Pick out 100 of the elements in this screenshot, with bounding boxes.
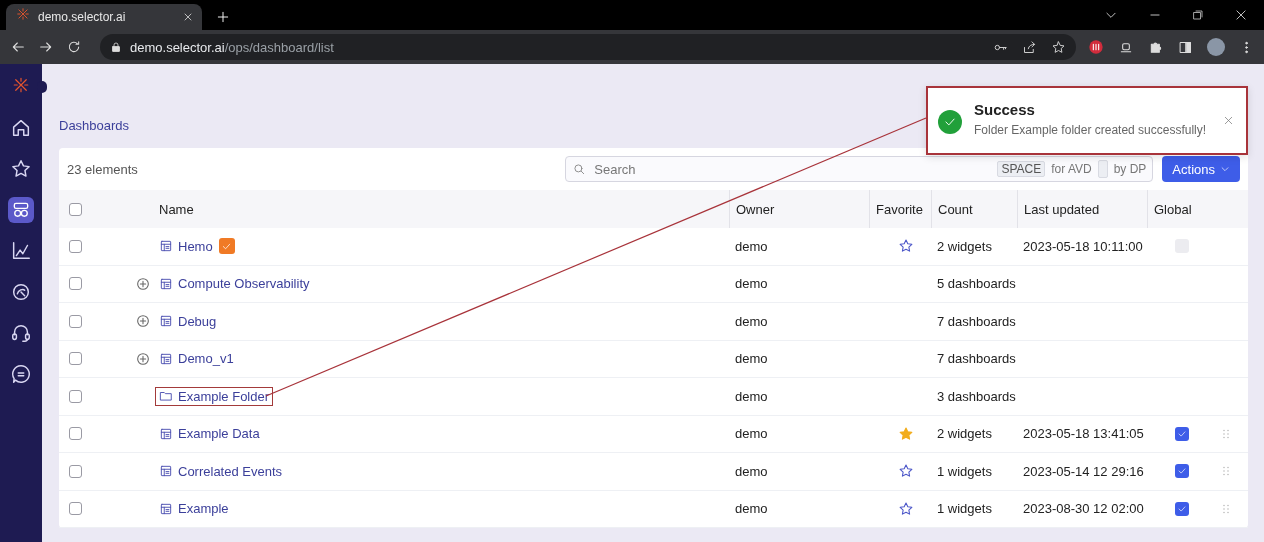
checkbox[interactable]	[69, 464, 82, 478]
count-text: 5 dashboards	[937, 276, 1016, 292]
checkbox[interactable]	[69, 352, 82, 366]
global-checkbox[interactable]	[1174, 426, 1189, 441]
sidebar-item[interactable]	[8, 197, 34, 223]
dashboard-link[interactable]: Correlated Events	[156, 462, 286, 480]
browser-tab[interactable]: demo.selector.ai	[6, 4, 202, 30]
profile-avatar[interactable]	[1207, 38, 1225, 56]
global-checkbox[interactable]	[1174, 464, 1189, 479]
date-text: 2023-05-18 13:41:05	[1023, 426, 1144, 442]
dashboard-link[interactable]: Demo_v1	[156, 350, 237, 368]
home-icon	[10, 117, 32, 139]
actions-button[interactable]: Actions	[1162, 156, 1240, 182]
count-text: 2 widgets	[937, 238, 992, 254]
tab-title: demo.selector.ai	[38, 10, 127, 24]
search-input[interactable]: Search	[592, 160, 992, 178]
close-icon	[182, 11, 194, 23]
column-header: Last updated	[1024, 201, 1100, 217]
checkbox[interactable]	[69, 389, 82, 403]
column-header: Global	[1154, 201, 1192, 217]
date-text: 2023-05-14 12 29:16	[1023, 463, 1144, 479]
dashboard-icon	[159, 426, 173, 441]
dashboard-link[interactable]: Debug	[156, 312, 220, 330]
dashboard-icon	[159, 501, 173, 516]
close-icon	[1234, 8, 1248, 22]
dashboard-icon	[159, 351, 173, 366]
owner-text: demo	[735, 426, 768, 442]
folder-icon	[159, 389, 173, 404]
search-icon	[572, 162, 587, 176]
expand-icon	[135, 350, 151, 367]
dashboard-icon	[159, 239, 173, 254]
checkbox[interactable]	[69, 427, 82, 441]
toast-message: Folder Example folder created successfully!	[974, 123, 1207, 137]
table-row[interactable]: Example demo 1 widgets 2023-08-30 12 02:00	[59, 490, 1248, 528]
checkbox[interactable]	[69, 239, 82, 253]
logo-icon	[16, 7, 30, 21]
dashboard-link[interactable]: Example Folder	[156, 387, 273, 405]
key-hint	[1097, 160, 1108, 178]
expand-icon	[135, 275, 151, 292]
checkbox[interactable]	[69, 277, 82, 291]
table-row[interactable]: Example Folder demo 3 dashboards	[59, 378, 1248, 416]
table-row[interactable]: Correlated Events demo 1 widgets 2023-05-14 12 29:16	[59, 453, 1248, 491]
table-row[interactable]: Demo_v1 demo 7 dashboards	[59, 340, 1248, 378]
dashboard-link[interactable]: Example Data	[156, 425, 263, 443]
global-checkbox[interactable]	[1174, 501, 1189, 516]
key-hint: SPACE	[997, 161, 1046, 177]
chat-icon	[10, 363, 32, 385]
sidebar-panel-icon	[1178, 39, 1193, 55]
extension-badge-icon	[1088, 39, 1104, 55]
star-icon	[898, 425, 914, 442]
address-bar[interactable]: demo.selector.ai/ops/dashboard/list	[100, 34, 1076, 60]
owner-text: demo	[735, 238, 768, 254]
table-row[interactable]: Hemo demo 2 widgets 2023-05-18 10:11:00	[59, 228, 1248, 266]
check-icon	[1176, 428, 1187, 439]
count-text: 7 dashboards	[937, 313, 1016, 329]
check-icon	[1176, 466, 1187, 477]
drag-handle-icon	[1220, 465, 1232, 478]
dashboard-link[interactable]: Hemo	[156, 237, 216, 255]
count-text: 1 widgets	[937, 463, 992, 479]
plus-icon	[216, 10, 230, 24]
star-icon	[898, 238, 914, 255]
column-header: Name	[159, 201, 194, 217]
table-row[interactable]: Debug demo 7 dashboards	[59, 303, 1248, 341]
date-text: 2023-08-30 12 02:00	[1023, 501, 1144, 517]
chart-icon	[10, 240, 32, 262]
table-row[interactable]: Example Data demo 2 widgets 2023-05-18 13:41:05	[59, 415, 1248, 453]
column-header: Favorite	[876, 201, 923, 217]
star-icon	[898, 463, 914, 480]
dashboard-link[interactable]: Compute Observability	[156, 275, 313, 293]
toast-title: Success	[974, 101, 1036, 119]
star-icon	[1051, 39, 1066, 55]
check-icon	[1176, 503, 1187, 514]
gauge-icon	[10, 281, 32, 303]
element-count: 23 elements	[67, 161, 139, 177]
dashboard-icon	[159, 464, 173, 479]
headset-icon	[10, 322, 32, 344]
table-row[interactable]: Compute Observability demo 5 dashboards	[59, 265, 1248, 303]
chevron-down-icon	[1220, 164, 1230, 174]
forward-arrow-icon	[38, 39, 54, 55]
search-bar[interactable]: Search SPACE for AVD by DP	[565, 156, 1154, 182]
hint-text: by DP	[1113, 162, 1147, 176]
checkbox[interactable]	[69, 502, 82, 516]
reload-icon	[66, 39, 82, 55]
dashboard-icon	[159, 314, 173, 329]
date-text: 2023-05-18 10:11:00	[1023, 238, 1143, 254]
column-header: Count	[938, 201, 973, 217]
owner-text: demo	[735, 463, 768, 479]
star-icon	[10, 158, 32, 180]
logo-icon	[12, 76, 30, 94]
checkbox[interactable]	[69, 202, 82, 216]
dashboard-link[interactable]: Example	[156, 500, 232, 518]
drag-handle-icon	[1220, 502, 1232, 515]
checkbox[interactable]	[69, 314, 82, 328]
owner-text: demo	[735, 351, 768, 367]
count-text: 3 dashboards	[937, 388, 1016, 404]
breadcrumb[interactable]: Dashboards	[59, 116, 130, 136]
star-icon	[898, 500, 914, 517]
lock-icon	[110, 41, 122, 53]
close-button[interactable]	[1223, 115, 1234, 126]
column-header: Owner	[736, 201, 775, 217]
